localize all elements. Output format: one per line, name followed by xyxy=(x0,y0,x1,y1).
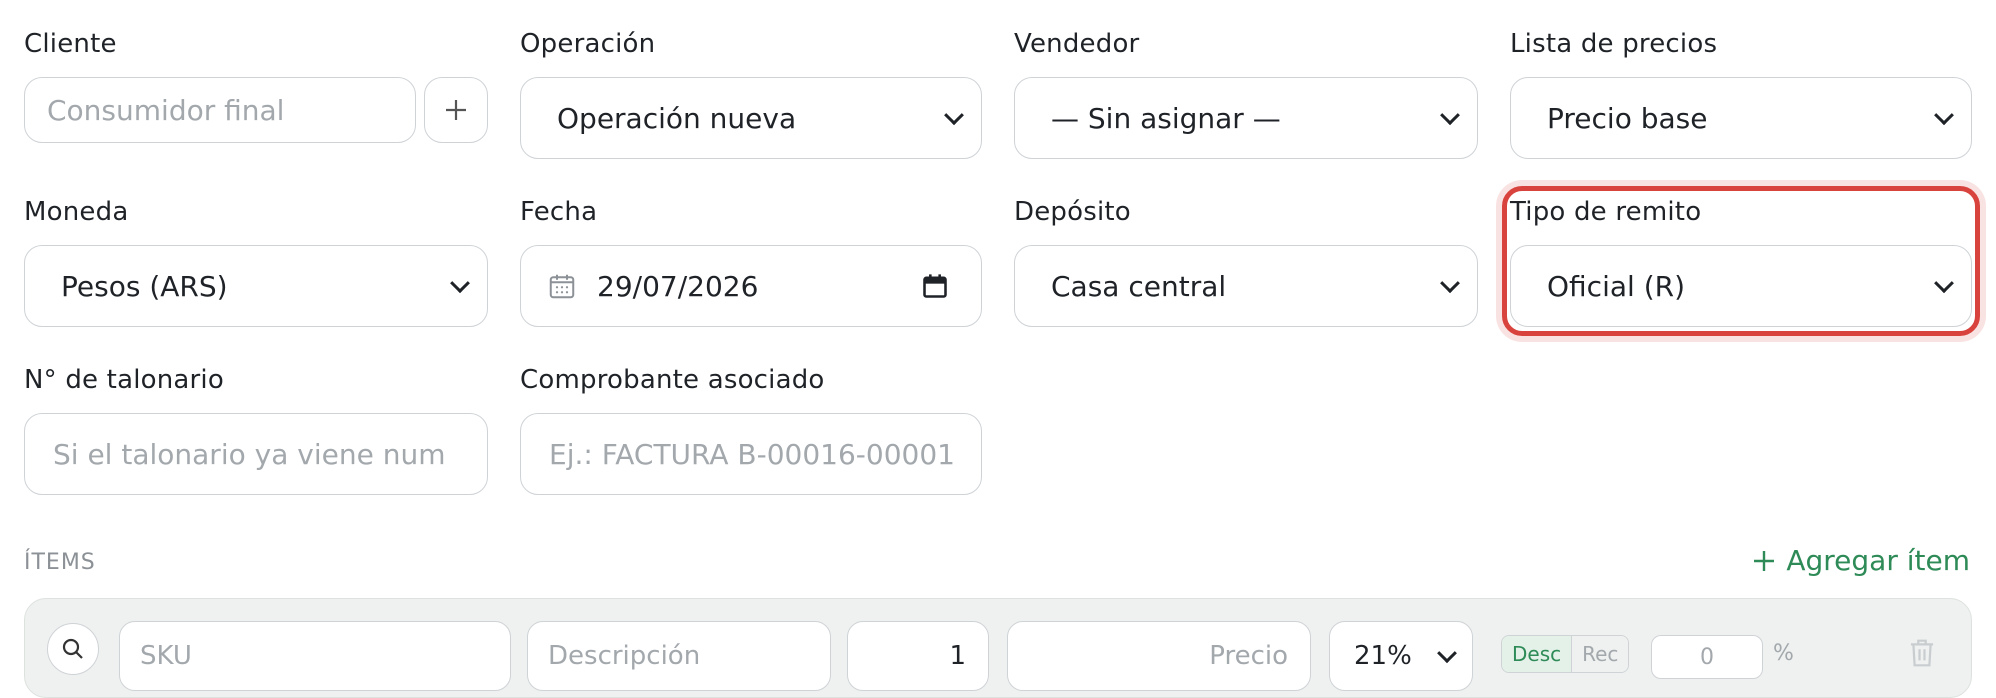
search-item-button[interactable] xyxy=(47,623,99,675)
description-input[interactable]: Descripción xyxy=(527,621,831,691)
comprobante-input[interactable]: Ej.: FACTURA B-00016-00001 xyxy=(520,413,982,495)
lista-precios-select[interactable]: Precio base xyxy=(1510,77,1972,159)
moneda-select[interactable]: Pesos (ARS) xyxy=(24,245,488,327)
quantity-input[interactable]: 1 xyxy=(847,621,989,691)
operacion-select[interactable]: Operación nueva xyxy=(520,77,982,159)
chevron-down-icon xyxy=(944,105,964,126)
iva-value: 21% xyxy=(1354,641,1412,671)
chevron-down-icon xyxy=(1934,105,1954,126)
operacion-label: Operación xyxy=(520,29,656,59)
tipo-remito-value: Oficial (R) xyxy=(1547,269,1685,303)
plus-icon xyxy=(446,100,466,120)
add-cliente-button[interactable] xyxy=(424,77,488,143)
price-input[interactable]: Precio xyxy=(1007,621,1311,691)
chevron-down-icon xyxy=(1437,643,1457,664)
vendedor-value: — Sin asignar — xyxy=(1051,101,1281,135)
tipo-remito-select[interactable]: Oficial (R) xyxy=(1510,245,1972,327)
chevron-down-icon xyxy=(1934,273,1954,294)
chevron-down-icon xyxy=(1440,273,1460,294)
fecha-input[interactable]: 29/07/2026 xyxy=(520,245,982,327)
search-icon xyxy=(62,638,83,659)
sku-input[interactable]: SKU xyxy=(119,621,511,691)
calendar-picker-icon[interactable] xyxy=(921,272,949,300)
plus-icon xyxy=(1754,550,1775,571)
rec-toggle[interactable]: Rec xyxy=(1571,636,1629,672)
fecha-label: Fecha xyxy=(520,197,598,227)
deposito-value: Casa central xyxy=(1051,269,1227,303)
chevron-down-icon xyxy=(450,273,470,294)
vendedor-label: Vendedor xyxy=(1014,29,1140,59)
fecha-value: 29/07/2026 xyxy=(597,269,759,303)
discount-input[interactable]: 0 xyxy=(1651,635,1763,679)
iva-select[interactable]: 21% xyxy=(1329,621,1473,691)
deposito-label: Depósito xyxy=(1014,197,1131,227)
talonario-label: N° de talonario xyxy=(24,365,224,395)
trash-icon[interactable] xyxy=(1907,637,1937,669)
desc-toggle[interactable]: Desc xyxy=(1502,636,1572,672)
chevron-down-icon xyxy=(1440,105,1460,126)
items-panel: SKU Descripción 1 Precio 21% Desc Rec 0 … xyxy=(24,598,1972,698)
operacion-value: Operación nueva xyxy=(557,101,797,135)
cliente-label: Cliente xyxy=(24,29,117,59)
tipo-remito-label: Tipo de remito xyxy=(1510,197,1702,227)
lista-precios-label: Lista de precios xyxy=(1510,29,1718,59)
add-item-label: Agregar ítem xyxy=(1786,544,1970,577)
cliente-input[interactable]: Consumidor final xyxy=(24,77,416,143)
percent-label: % xyxy=(1773,641,1794,666)
items-section-title: ÍTEMS xyxy=(24,550,96,575)
comprobante-label: Comprobante asociado xyxy=(520,365,825,395)
lista-precios-value: Precio base xyxy=(1547,101,1708,135)
moneda-value: Pesos (ARS) xyxy=(61,269,228,303)
talonario-input[interactable]: Si el talonario ya viene num xyxy=(24,413,488,495)
desc-rec-toggle[interactable]: Desc Rec xyxy=(1501,635,1630,673)
deposito-select[interactable]: Casa central xyxy=(1014,245,1478,327)
calendar-icon xyxy=(549,274,575,299)
moneda-label: Moneda xyxy=(24,197,129,227)
add-item-button[interactable]: Agregar ítem xyxy=(1752,544,1970,577)
vendedor-select[interactable]: — Sin asignar — xyxy=(1014,77,1478,159)
